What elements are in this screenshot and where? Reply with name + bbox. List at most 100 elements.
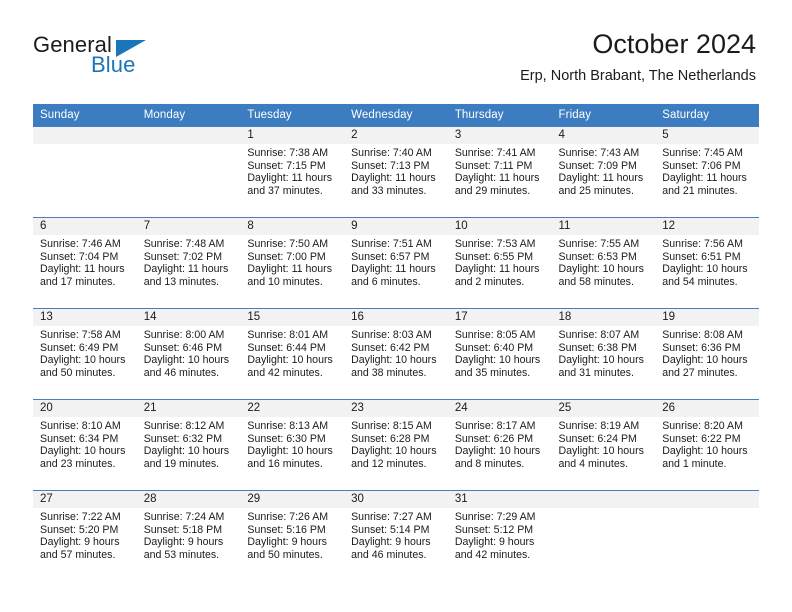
daylight-text-line1: Daylight: 9 hours	[454, 536, 535, 549]
weekday-header-friday: Friday	[551, 104, 656, 127]
daylight-text-line1: Daylight: 10 hours	[351, 354, 437, 367]
sunset-text: Sunset: 5:20 PM	[40, 523, 119, 536]
day-cell[interactable]	[551, 490, 656, 581]
daylight-text-line1: Daylight: 10 hours	[558, 354, 644, 367]
daylight-text-line2: and 50 minutes.	[247, 548, 323, 561]
sunset-text: Sunset: 6:36 PM	[662, 341, 741, 354]
day-cell[interactable]: 23 Sunrise: 8:15 AM Sunset: 6:28 PM Dayligh…	[344, 399, 448, 491]
daylight-text-line2: and 19 minutes.	[143, 457, 220, 470]
day-cell[interactable]	[136, 126, 241, 218]
title-block: October 2024 Erp, North Brabant, The Net…	[520, 28, 756, 86]
daylight-text-line2: and 42 minutes.	[454, 548, 531, 561]
day-cell[interactable]: 7 Sunrise: 7:48 AM Sunset: 7:02 PM Daylight…	[136, 217, 241, 309]
day-cell[interactable]: 24 Sunrise: 8:17 AM Sunset: 6:26 PM Dayligh…	[447, 399, 552, 491]
day-cell[interactable]: 2 Sunrise: 7:40 AM Sunset: 7:13 PM Daylight…	[344, 126, 448, 218]
sunset-text: Sunset: 7:09 PM	[558, 159, 637, 172]
day-cell[interactable]: 15 Sunrise: 8:01 AM Sunset: 6:44 PM Dayligh…	[240, 308, 345, 400]
daylight-text-line1: Daylight: 11 hours	[454, 263, 540, 276]
day-number: 3	[447, 127, 552, 144]
day-cell[interactable]	[655, 490, 759, 581]
sunset-text: Sunset: 7:06 PM	[662, 159, 741, 172]
day-cell[interactable]: 3 Sunrise: 7:41 AM Sunset: 7:11 PM Daylight…	[447, 126, 552, 218]
day-cell[interactable]: 6 Sunrise: 7:46 AM Sunset: 7:04 PM Daylight…	[33, 217, 137, 309]
day-cell[interactable]: 14 Sunrise: 8:00 AM Sunset: 6:46 PM Dayligh…	[136, 308, 241, 400]
sunset-text: Sunset: 6:24 PM	[558, 432, 637, 445]
day-cell[interactable]: 31 Sunrise: 7:29 AM Sunset: 5:12 PM Dayligh…	[447, 490, 552, 581]
day-cell[interactable]: 11 Sunrise: 7:55 AM Sunset: 6:53 PM Dayligh…	[551, 217, 656, 309]
daylight-text-line2: and 29 minutes.	[454, 184, 531, 197]
daylight-text-line1: Daylight: 11 hours	[558, 172, 644, 185]
sunrise-text: Sunrise: 7:22 AM	[40, 511, 121, 523]
day-cell[interactable]: 19 Sunrise: 8:08 AM Sunset: 6:36 PM Dayligh…	[655, 308, 759, 400]
day-cell[interactable]: 18 Sunrise: 8:07 AM Sunset: 6:38 PM Dayligh…	[551, 308, 656, 400]
sunrise-text: Sunrise: 7:27 AM	[351, 511, 432, 523]
daylight-text-line2: and 16 minutes.	[247, 457, 323, 470]
day-number: 20	[33, 400, 137, 417]
day-cell[interactable]: 17 Sunrise: 8:05 AM Sunset: 6:40 PM Dayligh…	[447, 308, 552, 400]
day-cell[interactable]: 20 Sunrise: 8:10 AM Sunset: 6:34 PM Dayligh…	[33, 399, 137, 491]
sunrise-text: Sunrise: 7:24 AM	[143, 511, 225, 523]
daylight-text-line2: and 17 minutes.	[40, 275, 116, 288]
day-number: 21	[136, 400, 241, 417]
sunset-text: Sunset: 6:22 PM	[662, 432, 741, 445]
day-cell[interactable]: 8 Sunrise: 7:50 AM Sunset: 7:00 PM Daylight…	[240, 217, 345, 309]
daylight-text-line2: and 33 minutes.	[351, 184, 427, 197]
daylight-text-line1: Daylight: 10 hours	[143, 445, 230, 458]
sunrise-text: Sunrise: 7:26 AM	[247, 511, 329, 523]
sunset-text: Sunset: 7:00 PM	[247, 250, 326, 263]
day-number: 15	[240, 309, 345, 326]
day-cell[interactable]: 22 Sunrise: 8:13 AM Sunset: 6:30 PM Dayligh…	[240, 399, 345, 491]
daylight-text-line2: and 12 minutes.	[351, 457, 427, 470]
daylight-text-line1: Daylight: 11 hours	[143, 263, 229, 276]
daylight-text-line1: Daylight: 11 hours	[662, 172, 747, 185]
day-cell[interactable]: 10 Sunrise: 7:53 AM Sunset: 6:55 PM Dayligh…	[447, 217, 552, 309]
day-cell[interactable]: 5 Sunrise: 7:45 AM Sunset: 7:06 PM Daylight…	[655, 126, 759, 218]
daylight-text-line1: Daylight: 10 hours	[247, 354, 333, 367]
day-cell[interactable]: 30 Sunrise: 7:27 AM Sunset: 5:14 PM Dayligh…	[344, 490, 448, 581]
sunrise-text: Sunrise: 8:05 AM	[454, 329, 536, 341]
weekday-header-monday: Monday	[136, 104, 241, 127]
sunrise-text: Sunrise: 7:50 AM	[247, 238, 329, 250]
daylight-text-line2: and 38 minutes.	[351, 366, 427, 379]
day-number: 1	[240, 127, 345, 144]
day-cell[interactable]: 28 Sunrise: 7:24 AM Sunset: 5:18 PM Dayligh…	[136, 490, 241, 581]
day-cell[interactable]: 9 Sunrise: 7:51 AM Sunset: 6:57 PM Daylight…	[344, 217, 448, 309]
daylight-text-line1: Daylight: 10 hours	[662, 445, 748, 458]
day-cell[interactable]	[33, 126, 137, 218]
sunset-text: Sunset: 6:40 PM	[454, 341, 534, 354]
sunset-text: Sunset: 7:02 PM	[143, 250, 223, 263]
sunrise-text: Sunrise: 7:40 AM	[351, 147, 432, 159]
day-cell[interactable]: 1 Sunrise: 7:38 AM Sunset: 7:15 PM Daylight…	[240, 126, 345, 218]
day-number: 6	[33, 218, 137, 235]
day-cell[interactable]: 13 Sunrise: 7:58 AM Sunset: 6:49 PM Dayligh…	[33, 308, 137, 400]
week-row: 6 Sunrise: 7:46 AM Sunset: 7:04 PM Daylight…	[33, 217, 759, 309]
day-cell[interactable]: 27 Sunrise: 7:22 AM Sunset: 5:20 PM Dayligh…	[33, 490, 137, 581]
sunrise-text: Sunrise: 7:51 AM	[351, 238, 432, 250]
sunset-text: Sunset: 6:49 PM	[40, 341, 119, 354]
day-cell[interactable]: 4 Sunrise: 7:43 AM Sunset: 7:09 PM Daylight…	[551, 126, 656, 218]
day-number: 11	[551, 218, 656, 235]
day-cell[interactable]: 16 Sunrise: 8:03 AM Sunset: 6:42 PM Dayligh…	[344, 308, 448, 400]
sunrise-text: Sunrise: 7:45 AM	[662, 147, 743, 159]
day-cell[interactable]: 12 Sunrise: 7:56 AM Sunset: 6:51 PM Dayligh…	[655, 217, 759, 309]
day-number: 16	[344, 309, 448, 326]
day-cell[interactable]: 25 Sunrise: 8:19 AM Sunset: 6:24 PM Dayligh…	[551, 399, 656, 491]
page-subtitle: Erp, North Brabant, The Netherlands	[520, 68, 756, 84]
sunrise-text: Sunrise: 7:46 AM	[40, 238, 121, 250]
daylight-text-line2: and 27 minutes.	[662, 366, 738, 379]
day-cell[interactable]: 29 Sunrise: 7:26 AM Sunset: 5:16 PM Dayligh…	[240, 490, 345, 581]
day-number: 18	[551, 309, 656, 326]
sunrise-text: Sunrise: 7:56 AM	[662, 238, 743, 250]
daylight-text-line1: Daylight: 10 hours	[558, 445, 644, 458]
daylight-text-line1: Daylight: 9 hours	[247, 536, 327, 549]
day-number: 29	[240, 491, 345, 508]
weekday-header-thursday: Thursday	[447, 104, 552, 127]
weekday-header-sunday: Sunday	[33, 104, 137, 127]
daylight-text-line2: and 50 minutes.	[40, 366, 116, 379]
daylight-text-line2: and 23 minutes.	[40, 457, 116, 470]
day-cell[interactable]: 21 Sunrise: 8:12 AM Sunset: 6:32 PM Dayligh…	[136, 399, 241, 491]
daylight-text-line1: Daylight: 10 hours	[40, 445, 126, 458]
day-number: 27	[33, 491, 137, 508]
day-cell[interactable]: 26 Sunrise: 8:20 AM Sunset: 6:22 PM Dayligh…	[655, 399, 759, 491]
sunset-text: Sunset: 7:04 PM	[40, 250, 119, 263]
